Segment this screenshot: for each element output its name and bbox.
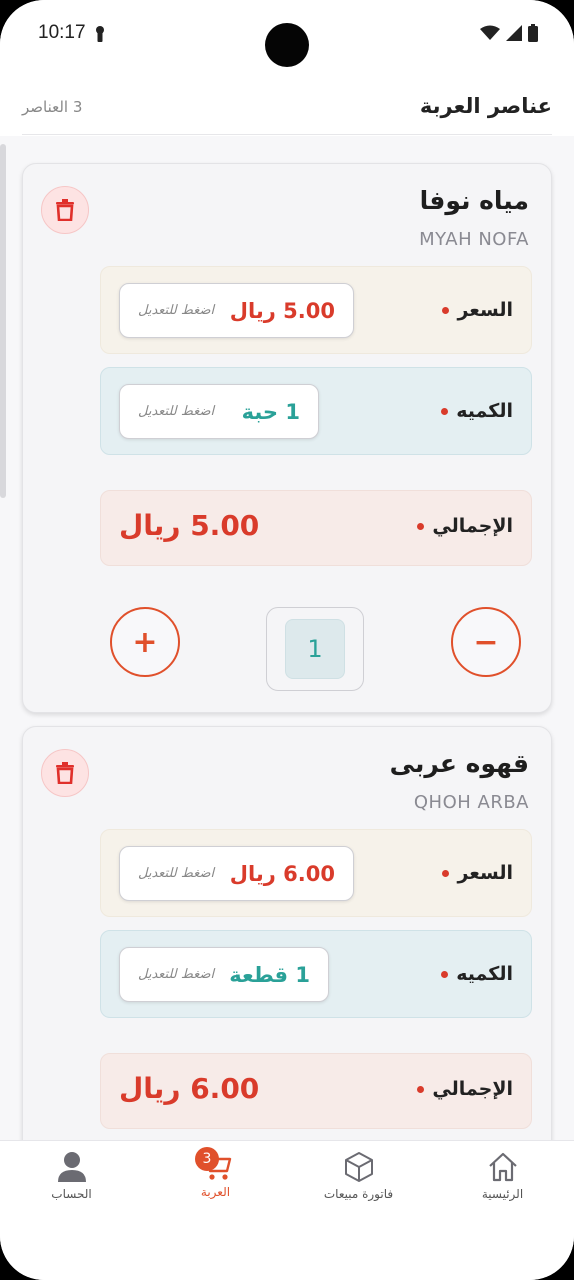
qty-label-wrap: الكميه [441, 963, 513, 985]
bullet-dot [441, 971, 449, 978]
battery-icon [528, 24, 538, 42]
system-icons [480, 24, 538, 42]
price-row: السعر اضغط للتعديل 5.00 ريال [100, 266, 532, 354]
total-value: 5.00 ريال [119, 509, 260, 542]
qty-label-wrap: الكميه [441, 400, 513, 422]
price-label: السعر [457, 862, 513, 884]
home-icon [488, 1152, 517, 1182]
person-icon [57, 1152, 86, 1182]
product-transliteration: QHOH ARBA [413, 792, 529, 813]
price-value: 5.00 ريال [229, 298, 335, 323]
edit-hint: اضغط للتعديل [138, 866, 215, 881]
increase-quantity-button[interactable]: + [110, 607, 180, 677]
price-value: 6.00 ريال [229, 861, 335, 886]
quantity-row: الكميه اضغط للتعديل 1 حبة [100, 367, 532, 455]
price-label-wrap: السعر [442, 299, 513, 321]
trash-icon [56, 199, 74, 221]
bullet-dot [441, 408, 449, 415]
bullet-dot [417, 523, 425, 530]
nav-item-cart[interactable]: 3 العربة [144, 1141, 287, 1221]
nav-item-account[interactable]: الحساب [0, 1141, 143, 1221]
nav-item-home[interactable]: الرئيسية [431, 1141, 574, 1221]
items-count: 3 العناصر [22, 98, 83, 116]
edit-hint: اضغط للتعديل [138, 303, 215, 318]
box-icon [344, 1152, 373, 1182]
edit-hint: اضغط للتعديل [138, 404, 215, 419]
total-label-wrap: الإجمالي [417, 515, 513, 537]
trash-icon [56, 762, 74, 784]
scrollbar[interactable] [0, 144, 6, 498]
decrease-quantity-button[interactable]: − [451, 607, 521, 677]
nav-label: فاتورة مبيعات [323, 1187, 394, 1201]
status-bar: 10:17 [0, 0, 574, 70]
wifi-icon [480, 25, 500, 40]
header-divider [22, 134, 552, 135]
quantity-display: 1 [285, 619, 345, 679]
quantity-edit-field[interactable]: اضغط للتعديل 1 قطعة [119, 947, 329, 1002]
qty-label: الكميه [456, 963, 513, 985]
cart-item-card: مياه نوفا MYAH NOFA السعر اضغط للتعديل 5… [22, 163, 552, 713]
nav-item-sales-invoice[interactable]: فاتورة مبيعات [287, 1141, 430, 1221]
price-edit-field[interactable]: اضغط للتعديل 5.00 ريال [119, 283, 354, 338]
total-value: 6.00 ريال [119, 1072, 260, 1105]
quantity-row: الكميه اضغط للتعديل 1 قطعة [100, 930, 532, 1018]
camera-cutout [265, 23, 309, 67]
price-label-wrap: السعر [442, 862, 513, 884]
nav-label: العربة [200, 1185, 231, 1199]
bullet-dot [442, 307, 450, 314]
minus-icon: − [473, 624, 499, 660]
price-row: السعر اضغط للتعديل 6.00 ريال [100, 829, 532, 917]
cart-item-card: قهوه عربى QHOH ARBA السعر اضغط للتعديل 6… [22, 726, 552, 1176]
quantity-edit-field[interactable]: اضغط للتعديل 1 حبة [119, 384, 319, 439]
page-title: عناصر العربة [419, 94, 552, 118]
qty-label: الكميه [456, 400, 513, 422]
qty-value: 1 قطعة [229, 962, 310, 987]
product-transliteration: MYAH NOFA [419, 229, 529, 250]
bullet-dot [442, 870, 450, 877]
qty-value: 1 حبة [241, 399, 300, 424]
delete-item-button[interactable] [41, 186, 89, 234]
product-name: قهوه عربى [389, 749, 529, 778]
edit-hint: اضغط للتعديل [138, 967, 215, 982]
total-row: الإجمالي 6.00 ريال [100, 1053, 532, 1129]
status-time: 10:17 [38, 22, 86, 43]
nav-label: الحساب [51, 1187, 92, 1201]
bullet-dot [417, 1086, 425, 1093]
price-edit-field[interactable]: اضغط للتعديل 6.00 ريال [119, 846, 354, 901]
lock-icon [96, 26, 104, 42]
total-label: الإجمالي [432, 515, 513, 537]
delete-item-button[interactable] [41, 749, 89, 797]
total-label-wrap: الإجمالي [417, 1078, 513, 1100]
bottom-navigation: الحساب 3 العربة فاتورة مبيعات الرئيسية [0, 1140, 574, 1280]
product-name: مياه نوفا [419, 186, 529, 215]
total-label: الإجمالي [432, 1078, 513, 1100]
app-screen: 10:17 عناصر العربة 3 العناصر مياه نوفا M… [0, 0, 574, 1280]
cart-count-badge: 3 [195, 1147, 219, 1171]
quantity-stepper[interactable]: 1 [266, 607, 364, 691]
price-label: السعر [457, 299, 513, 321]
signal-icon [506, 25, 522, 41]
plus-icon: + [132, 624, 158, 660]
nav-label: الرئيسية [481, 1187, 524, 1201]
total-row: الإجمالي 5.00 ريال [100, 490, 532, 566]
